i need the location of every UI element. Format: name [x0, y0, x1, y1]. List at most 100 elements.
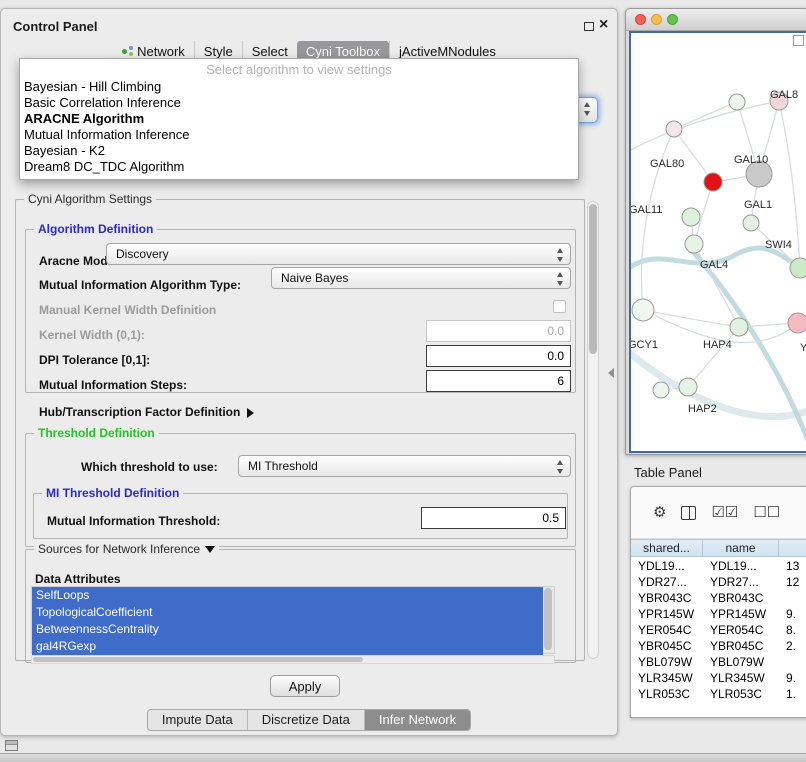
mi-steps-field[interactable]	[426, 370, 571, 392]
overview-toggle[interactable]	[793, 35, 804, 46]
network-node-gal1[interactable]	[743, 215, 759, 231]
combo-stepper-icon	[583, 102, 592, 116]
table-row[interactable]: YBL079WYBL079W	[631, 654, 806, 670]
table-cell: YDR27...	[703, 574, 779, 590]
collapse-down-icon	[205, 546, 215, 553]
table-row[interactable]: YDL19...YDL19...13	[631, 558, 806, 574]
gear-icon[interactable]: ⚙	[653, 505, 666, 521]
zoom-traffic-light-icon[interactable]	[667, 14, 678, 25]
column-selector-icon[interactable]	[681, 506, 696, 520]
settings-scrollbar[interactable]	[587, 201, 599, 659]
scrollbar-thumb[interactable]	[589, 204, 597, 354]
network-node-y[interactable]	[788, 313, 806, 333]
minimize-traffic-light-icon[interactable]	[651, 14, 662, 25]
algorithm-option-mutual-information-inference[interactable]: Mutual Information Inference	[20, 127, 578, 143]
table-cell: YLR053C	[703, 686, 779, 702]
node-label-hap4: HAP4	[703, 339, 732, 351]
which-threshold-combo[interactable]: MI Threshold	[238, 455, 571, 477]
bottom-tab-impute-data[interactable]: Impute Data	[148, 710, 247, 730]
table-cell	[779, 590, 806, 606]
network-node[interactable]	[729, 94, 745, 110]
algorithm-option-aracne-algorithm[interactable]: ARACNE Algorithm	[20, 111, 578, 127]
hub-definition-toggle[interactable]: Hub/Transcription Factor Definition	[39, 405, 254, 419]
network-canvas[interactable]: GAL8GAL80GAL10GAL11GAL1SWI4GAL4GCY1HAP4Y…	[629, 31, 806, 453]
table-cell	[779, 654, 806, 670]
network-window-titlebar[interactable]	[626, 9, 806, 31]
algorithm-option-bayesian-hill-climbing[interactable]: Bayesian - Hill Climbing	[20, 79, 578, 95]
network-node-hap2[interactable]	[679, 378, 697, 396]
bottom-tab-infer-network[interactable]: Infer Network	[364, 710, 470, 730]
network-node-hap4[interactable]	[730, 318, 748, 336]
algorithm-option-basic-correlation-inference[interactable]: Basic Correlation Inference	[20, 95, 578, 111]
table-cell: YBR045C	[631, 638, 703, 654]
attribute-item-gal4rgexp[interactable]: gal4RGexp	[32, 638, 543, 655]
list-horizontal-scrollbar[interactable]	[31, 655, 555, 664]
select-all-icon[interactable]: ☑☑	[711, 505, 738, 521]
attribute-item-selfloops[interactable]: SelfLoops	[32, 587, 543, 604]
manual-kernel-checkbox	[553, 300, 566, 313]
threshold-definition-title: Threshold Definition	[34, 426, 159, 440]
table-cell: YDR27...	[631, 574, 703, 590]
dpi-tolerance-label: DPI Tolerance [0,1]:	[39, 353, 150, 367]
data-attributes-list[interactable]: SelfLoopsTopologicalCoefficientBetweenne…	[31, 586, 555, 654]
dropdown-placeholder: Select algorithm to view settings	[20, 61, 578, 79]
stepper-icon	[556, 272, 565, 286]
network-window: GAL8GAL80GAL10GAL11GAL1SWI4GAL4GCY1HAP4Y…	[625, 8, 806, 455]
minimized-panel-icon[interactable]	[5, 740, 18, 751]
attribute-item-topologicalcoefficient[interactable]: TopologicalCoefficient	[32, 604, 543, 621]
table-row[interactable]: YPR145WYPR145W9.	[631, 606, 806, 622]
bottom-tab-discretize-data[interactable]: Discretize Data	[247, 710, 364, 730]
mi-type-value: Naive Bayes	[281, 271, 348, 285]
dpi-tolerance-field[interactable]	[426, 345, 571, 367]
column-header-name[interactable]: name	[703, 540, 779, 556]
table-cell: 2.	[779, 638, 806, 654]
scrollbar-thumb[interactable]	[544, 588, 552, 650]
float-window-icon[interactable]	[584, 22, 594, 31]
network-node-gal4[interactable]	[685, 235, 703, 253]
table-row[interactable]: YBR043CYBR043C	[631, 590, 806, 606]
network-edges	[631, 101, 806, 451]
table-row[interactable]: YLR345WYLR345W9.	[631, 670, 806, 686]
sources-group-title[interactable]: Sources for Network Inference	[34, 542, 219, 556]
panel-splitter-collapse-icon[interactable]	[608, 368, 614, 378]
apply-button[interactable]: Apply	[270, 675, 340, 697]
aracne-mode-combo[interactable]: Discovery	[106, 243, 571, 265]
table-cell: YER054C	[703, 622, 779, 638]
table-row[interactable]: YDR27...YDR27...12	[631, 574, 806, 590]
mi-steps-label: Mutual Information Steps:	[39, 378, 187, 392]
node-label-gal11: GAL11	[631, 204, 662, 216]
table-row[interactable]: YBR045CYBR045C2.	[631, 638, 806, 654]
mi-type-combo[interactable]: Naive Bayes	[271, 267, 571, 289]
scrollbar-thumb[interactable]	[33, 657, 363, 662]
network-node-gal80[interactable]	[666, 121, 682, 137]
table-cell: YBR045C	[703, 638, 779, 654]
algorithm-option-dream8-dc-tdc-algorithm[interactable]: Dream8 DC_TDC Algorithm	[20, 159, 578, 175]
network-node-gcy1[interactable]	[632, 299, 654, 321]
list-scrollbar[interactable]	[543, 587, 554, 653]
network-node-gal11[interactable]	[682, 208, 700, 226]
network-node[interactable]	[704, 173, 722, 191]
close-traffic-light-icon[interactable]	[635, 14, 646, 25]
column-header-shared[interactable]: shared...	[631, 540, 703, 556]
table-row[interactable]: YER054CYER054C8.	[631, 622, 806, 638]
mi-threshold-label: Mutual Information Threshold:	[47, 514, 220, 528]
table-cell: YLR053C	[631, 686, 703, 702]
table-header: shared...name	[631, 539, 806, 557]
table-cell: YBR043C	[703, 590, 779, 606]
column-header-2[interactable]	[779, 540, 806, 556]
algorithm-option-bayesian-k2[interactable]: Bayesian - K2	[20, 143, 578, 159]
which-threshold-value: MI Threshold	[248, 459, 318, 473]
mi-threshold-field[interactable]	[421, 507, 566, 529]
mi-threshold-group-title: MI Threshold Definition	[42, 486, 183, 500]
network-svg: GAL8GAL80GAL10GAL11GAL1SWI4GAL4GCY1HAP4Y…	[631, 33, 806, 451]
table-cell: 9.	[779, 670, 806, 686]
network-node-swi4[interactable]	[790, 258, 806, 278]
select-none-icon[interactable]: ☐☐	[753, 505, 780, 521]
table-row[interactable]: YLR053CYLR053C1.	[631, 686, 806, 702]
close-window-icon[interactable]: ×	[599, 16, 608, 34]
attribute-item-betweennesscentrality[interactable]: BetweennessCentrality	[32, 621, 543, 638]
network-node[interactable]	[653, 382, 669, 398]
node-label-swi4: SWI4	[765, 239, 792, 251]
node-label-gal10: GAL10	[734, 154, 768, 166]
table-panel-title: Table Panel	[634, 465, 702, 480]
